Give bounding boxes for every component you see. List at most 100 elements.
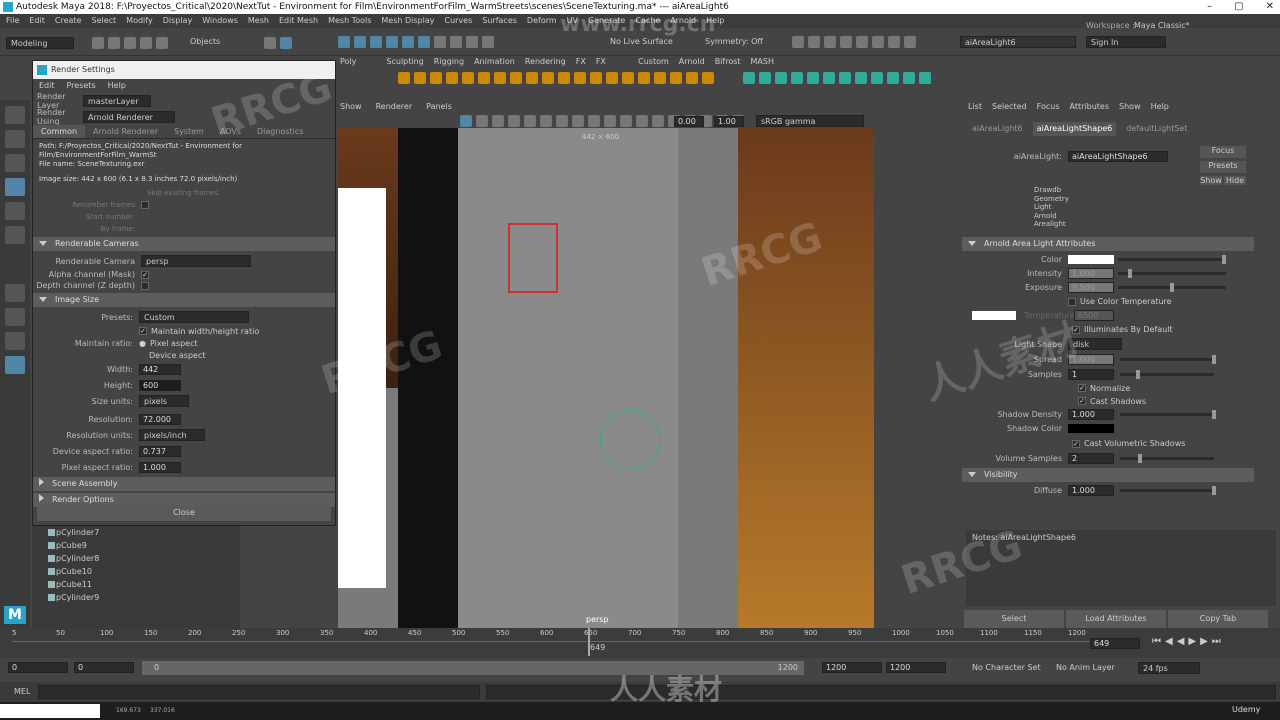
tab-diagnostics[interactable]: Diagnostics xyxy=(249,125,311,138)
ae-menu-help[interactable]: Help xyxy=(1151,100,1169,114)
range-bar[interactable]: 0 1200 xyxy=(142,661,804,675)
shelf-tab[interactable]: FX xyxy=(576,56,586,68)
volume-samples-field[interactable]: 2 xyxy=(1068,453,1114,464)
focus-button[interactable]: Focus xyxy=(1200,146,1246,158)
menu-file[interactable]: File xyxy=(6,14,19,28)
shelf-tab[interactable]: FX Caching xyxy=(596,56,628,68)
section-visibility[interactable]: Visibility xyxy=(962,467,1254,482)
sign-in-button[interactable]: Sign In xyxy=(1086,36,1166,48)
renderable-camera-dropdown[interactable]: persp xyxy=(141,255,251,267)
resolution-field[interactable]: 72.000 xyxy=(139,413,181,425)
time-slider[interactable]: 5 50 100 150 200 250 300 350 400 450 500 550 600 650 7… xyxy=(0,628,1280,658)
hide-button[interactable]: Hide xyxy=(1224,176,1246,185)
normalize-checkbox[interactable]: Normalize xyxy=(1090,384,1130,393)
live-surface[interactable]: No Live Surface xyxy=(610,37,673,46)
menu-create[interactable]: Create xyxy=(55,14,82,28)
spread-slider[interactable] xyxy=(1120,354,1216,364)
single-view-layout-icon[interactable] xyxy=(5,284,25,302)
mode-dropdown[interactable]: Modeling xyxy=(6,37,74,49)
intensity-slider[interactable] xyxy=(1118,269,1226,278)
paint-select-icon[interactable] xyxy=(5,154,25,172)
skip-frames-option[interactable]: Skip existing frames xyxy=(37,187,335,199)
diffuse-field[interactable]: 1.000 xyxy=(1068,485,1114,496)
menu-arnold[interactable]: Arnold xyxy=(670,14,696,28)
load-attributes-button[interactable]: Load Attributes xyxy=(1066,610,1166,628)
cast-shadows-checkbox[interactable]: Cast Shadows xyxy=(1090,397,1146,406)
two-view-layout-icon[interactable] xyxy=(5,332,25,350)
intensity-field[interactable]: 1.000 xyxy=(1068,268,1114,279)
presets-button[interactable]: Presets xyxy=(1200,161,1246,173)
workspace-dropdown[interactable]: Maya Classic* xyxy=(1134,21,1190,30)
section-scene-assembly[interactable]: Scene Assembly xyxy=(33,477,335,491)
shelf-tab[interactable]: Animation xyxy=(474,56,515,68)
ae-menu-attributes[interactable]: Attributes xyxy=(1070,100,1110,114)
show-button[interactable]: Show xyxy=(1200,176,1222,185)
outliner-item[interactable]: pCylinder8 xyxy=(32,552,240,565)
shelf-tab[interactable]: Poly Modeling xyxy=(340,56,376,68)
shelf-tab[interactable]: MASH xyxy=(751,56,774,68)
menu-mesh[interactable]: Mesh xyxy=(248,14,269,28)
light-shape-dropdown[interactable]: disk xyxy=(1068,338,1122,350)
device-aspect-label[interactable]: Device aspect xyxy=(149,351,206,360)
color-slider[interactable] xyxy=(1118,255,1226,264)
depth-channel-checkbox[interactable] xyxy=(141,281,149,290)
playback-controls-icon[interactable]: ⏮◀◀▶▶⏭ xyxy=(1152,636,1225,647)
pixel-aspect-radio[interactable]: ● xyxy=(139,339,146,348)
menu-deform[interactable]: Deform xyxy=(527,14,557,28)
section-image-size[interactable]: Image Size xyxy=(33,293,335,307)
outliner-item[interactable]: pCube9 xyxy=(32,539,240,552)
size-units-dropdown[interactable]: pixels xyxy=(139,395,189,407)
3d-viewport[interactable]: persp 442 × 600 xyxy=(338,128,874,628)
shelf-tab[interactable]: Custom xyxy=(638,56,669,68)
rs-menu-edit[interactable]: Edit xyxy=(39,79,55,93)
four-view-layout-icon[interactable] xyxy=(5,308,25,326)
volume-samples-slider[interactable] xyxy=(1120,454,1214,463)
tab-common[interactable]: Common xyxy=(33,125,86,138)
shadow-density-field[interactable]: 1.000 xyxy=(1068,409,1114,420)
tab-aovs[interactable]: AOVs xyxy=(212,125,249,138)
command-input[interactable] xyxy=(38,685,480,699)
outliner-layout-icon[interactable] xyxy=(5,356,25,374)
tab-system[interactable]: System xyxy=(166,125,212,138)
pixel-aspect-ratio-field[interactable]: 1.000 xyxy=(139,461,181,473)
render-using-dropdown[interactable]: Arnold Renderer xyxy=(83,111,175,123)
menu-select[interactable]: Select xyxy=(91,14,116,28)
shelf-tab[interactable]: Rigging xyxy=(434,56,464,68)
playback-start-field[interactable]: 0 xyxy=(74,662,134,673)
close-button[interactable]: Close xyxy=(37,505,331,521)
start-time-field[interactable]: 0 xyxy=(8,662,68,673)
menu-curves[interactable]: Curves xyxy=(444,14,472,28)
maximize-button[interactable]: ▢ xyxy=(1234,0,1243,14)
alpha-channel-checkbox[interactable]: ✓ xyxy=(141,270,149,279)
viewport-menu-show[interactable]: Show xyxy=(340,100,362,114)
minimize-button[interactable]: – xyxy=(1207,0,1212,14)
menu-modify[interactable]: Modify xyxy=(126,14,153,28)
temperature-field[interactable]: 6500 xyxy=(1074,310,1114,321)
menu-windows[interactable]: Windows xyxy=(202,14,238,28)
ae-tab[interactable]: defaultLightSet xyxy=(1126,122,1187,136)
menu-edit[interactable]: Edit xyxy=(29,14,45,28)
ae-menu-show[interactable]: Show xyxy=(1119,100,1141,114)
objects-label[interactable]: Objects xyxy=(190,37,220,46)
section-renderable-cameras[interactable]: Renderable Cameras xyxy=(33,237,335,251)
ae-menu-focus[interactable]: Focus xyxy=(1037,100,1060,114)
menu-mesh-tools[interactable]: Mesh Tools xyxy=(328,14,371,28)
exposure-field[interactable]: 9.500 xyxy=(1068,282,1114,293)
area-light-gizmo[interactable] xyxy=(600,410,660,470)
color-swatch[interactable] xyxy=(1068,255,1114,264)
menu-surfaces[interactable]: Surfaces xyxy=(482,14,517,28)
select-tool-icon[interactable] xyxy=(5,106,25,124)
viewport-menu-renderer[interactable]: Renderer xyxy=(376,100,413,114)
exposure-field[interactable]: 0.00 xyxy=(674,116,704,127)
scale-tool-icon[interactable] xyxy=(5,226,25,244)
anim-layer-dropdown[interactable]: No Anim Layer xyxy=(1056,663,1115,672)
shadow-color-swatch[interactable] xyxy=(1068,424,1114,433)
rotate-tool-icon[interactable] xyxy=(5,202,25,220)
height-field[interactable]: 600 xyxy=(139,379,181,391)
fps-dropdown[interactable]: 24 fps xyxy=(1138,662,1200,674)
shelf-tab[interactable]: Bifrost xyxy=(715,56,741,68)
samples-field[interactable]: 1 xyxy=(1068,368,1114,380)
menu-display[interactable]: Display xyxy=(163,14,193,28)
diffuse-slider[interactable] xyxy=(1120,486,1216,495)
resolution-units-dropdown[interactable]: pixels/inch xyxy=(139,429,205,441)
